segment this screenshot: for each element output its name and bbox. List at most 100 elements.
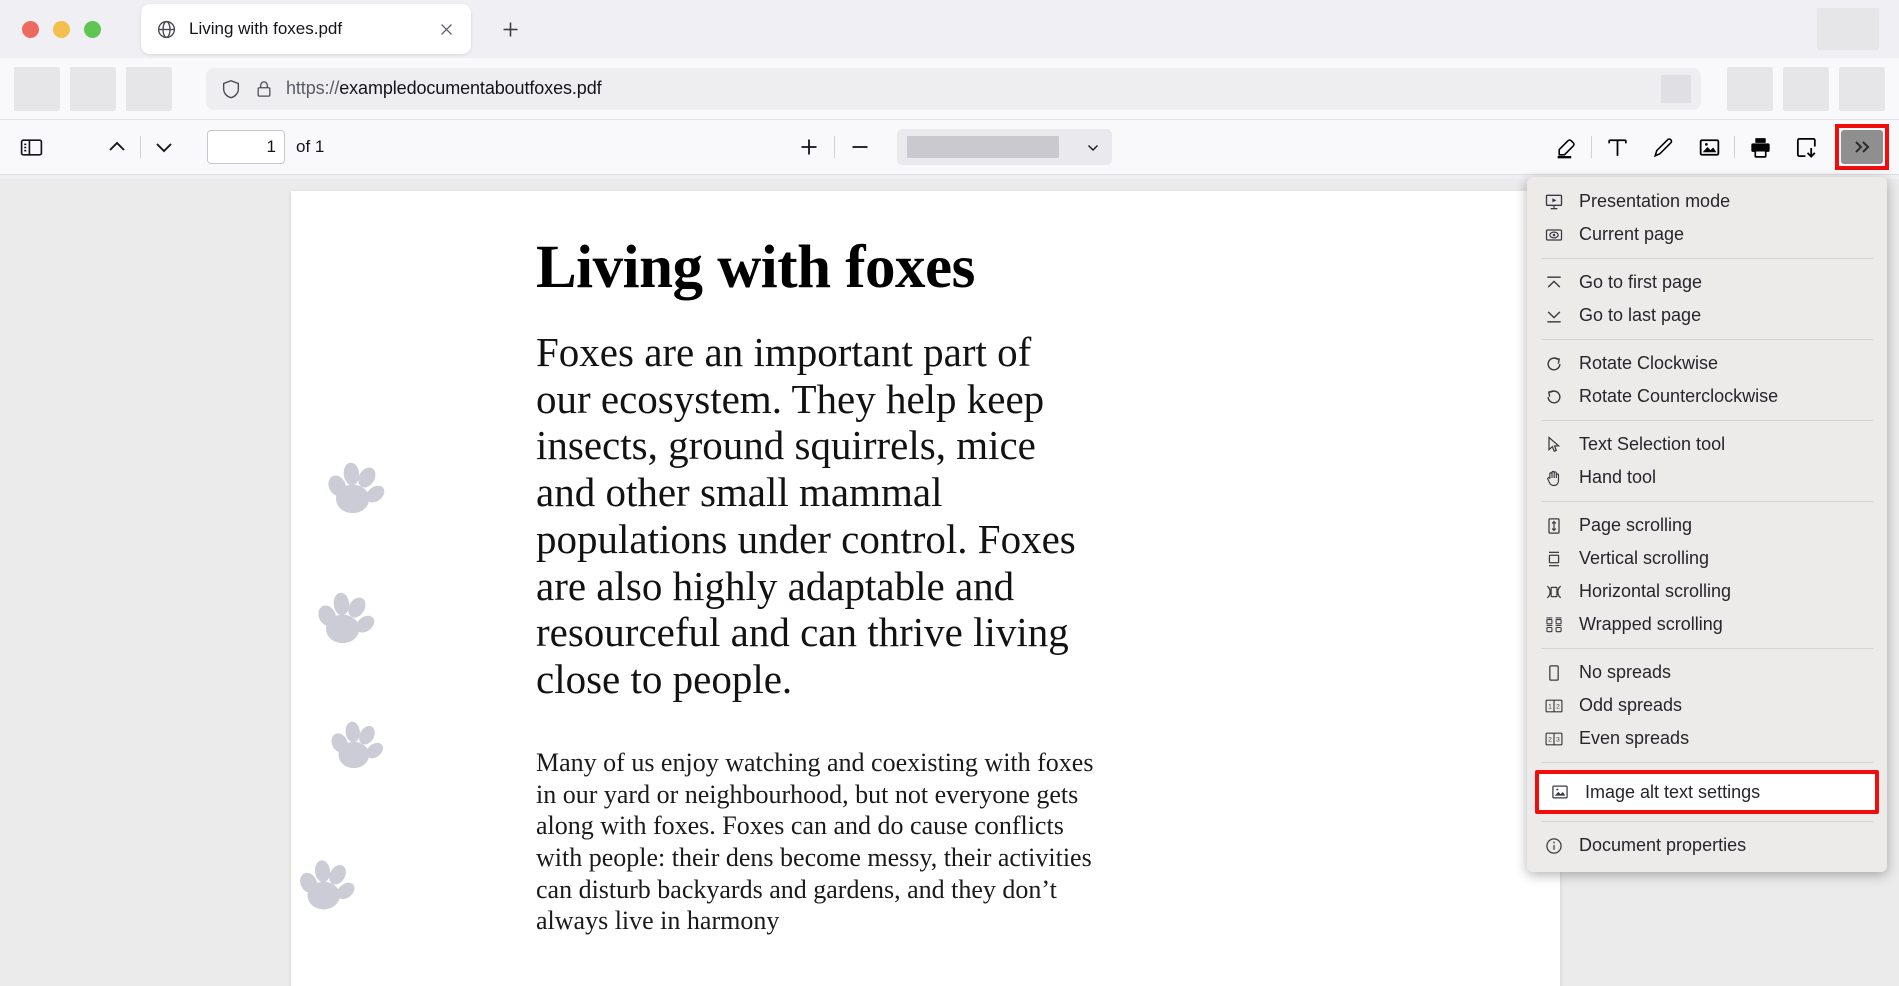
menu-item-go-to-last-page[interactable]: Go to last page — [1527, 299, 1887, 332]
menu-group: Document properties — [1527, 829, 1887, 862]
minimize-window-button[interactable] — [53, 20, 70, 38]
menu-item-image-alt-text-settings[interactable]: Image alt text settings — [1535, 770, 1879, 814]
go-first-icon — [1543, 272, 1565, 294]
menu-group: Image alt text settings — [1527, 770, 1887, 814]
go-last-icon — [1543, 305, 1565, 327]
menu-divider — [1541, 420, 1873, 421]
zoom-level-value — [906, 136, 1059, 158]
bookmark-button-placeholder[interactable] — [1661, 74, 1691, 103]
menu-item-even-spreads[interactable]: 2 3 Even spreads — [1527, 722, 1887, 755]
menu-item-label: Hand tool — [1579, 467, 1657, 487]
menu-item-current-page[interactable]: Current page — [1527, 218, 1887, 251]
document-lead-paragraph: Foxes are an important part of our ecosy… — [536, 329, 1076, 703]
account-button-placeholder[interactable] — [1783, 66, 1829, 111]
menu-item-vertical-scrolling[interactable]: Vertical scrolling — [1527, 542, 1887, 575]
menu-item-go-to-first-page[interactable]: Go to first page — [1527, 266, 1887, 299]
printer-icon[interactable] — [1737, 127, 1783, 167]
tab-strip: Living with foxes.pdf — [0, 0, 1899, 58]
pdf-toolbar: 1 of 1 — [0, 120, 1899, 175]
svg-text:3: 3 — [1556, 736, 1560, 743]
close-icon[interactable] — [435, 18, 457, 40]
next-page-button[interactable] — [143, 127, 185, 167]
url-text: https://exampledocumentaboutfoxes.pdf — [286, 78, 602, 99]
maximize-window-button[interactable] — [84, 20, 101, 38]
menu-item-wrapped-scrolling[interactable]: Wrapped scrolling — [1527, 608, 1887, 641]
previous-page-button[interactable] — [96, 127, 138, 167]
navbar-right-buttons — [1727, 66, 1885, 111]
menu-item-label: Wrapped scrolling — [1579, 614, 1723, 634]
more-tools-button[interactable] — [1841, 130, 1883, 164]
pdf-toolbar-left: 1 of 1 — [10, 127, 324, 167]
browser-tab[interactable]: Living with foxes.pdf — [141, 4, 471, 54]
menu-item-label: Go to last page — [1579, 305, 1702, 325]
sidebar-icon[interactable] — [10, 127, 52, 167]
new-tab-button[interactable] — [493, 12, 527, 46]
menu-item-odd-spreads[interactable]: 1 2 Odd spreads — [1527, 689, 1887, 722]
window-controls — [14, 20, 101, 38]
menu-group: Go to first page Go to last page — [1527, 266, 1887, 332]
forward-button-placeholder[interactable] — [70, 66, 116, 111]
hand-icon — [1543, 467, 1565, 489]
lock-icon[interactable] — [254, 79, 274, 99]
close-window-button[interactable] — [22, 20, 39, 38]
menu-item-page-scrolling[interactable]: Page scrolling — [1527, 509, 1887, 542]
menu-group: Text Selection tool Hand tool — [1527, 428, 1887, 494]
highlighter-icon[interactable] — [1543, 127, 1589, 167]
zoom-in-button[interactable] — [788, 127, 830, 167]
svg-text:2: 2 — [1548, 736, 1552, 743]
cursor-icon — [1543, 434, 1565, 456]
reload-button-placeholder[interactable] — [126, 66, 172, 111]
menu-item-label: Horizontal scrolling — [1579, 581, 1732, 601]
menu-item-label: Odd spreads — [1579, 695, 1683, 715]
info-icon — [1543, 835, 1565, 857]
menu-item-horizontal-scrolling[interactable]: Horizontal scrolling — [1527, 575, 1887, 608]
horizontal-scroll-icon — [1543, 581, 1565, 603]
rotate-cw-icon — [1543, 353, 1565, 375]
shield-icon[interactable] — [220, 78, 242, 100]
page-number-input[interactable]: 1 — [207, 130, 285, 164]
menu-item-label: Rotate Clockwise — [1579, 353, 1719, 373]
pencil-icon[interactable] — [1640, 127, 1686, 167]
back-button-placeholder[interactable] — [14, 66, 60, 111]
pdf-toolbar-right — [1543, 124, 1889, 170]
page-count-label: of 1 — [296, 137, 325, 156]
more-tools-menu: Presentation mode Current page Go to fir… — [1527, 177, 1887, 872]
menu-item-document-properties[interactable]: Document properties — [1527, 829, 1887, 862]
url-scheme: https:// — [286, 78, 340, 98]
menu-item-text-selection-tool[interactable]: Text Selection tool — [1527, 428, 1887, 461]
save-icon[interactable] — [1783, 127, 1829, 167]
extensions-button-placeholder[interactable] — [1727, 66, 1773, 111]
wrapped-scroll-icon — [1543, 614, 1565, 636]
menu-item-label: No spreads — [1579, 662, 1672, 682]
menu-item-no-spreads[interactable]: No spreads — [1527, 656, 1887, 689]
image-icon[interactable] — [1686, 127, 1732, 167]
menu-item-presentation-mode[interactable]: Presentation mode — [1527, 185, 1887, 218]
toolbar-divider — [833, 136, 835, 158]
menu-item-label: Image alt text settings — [1585, 781, 1761, 802]
menu-group: Presentation mode Current page — [1527, 185, 1887, 251]
zoom-level-select[interactable] — [896, 129, 1112, 165]
address-bar[interactable]: https://exampledocumentaboutfoxes.pdf — [206, 67, 1701, 110]
menu-item-rotate-counterclockwise[interactable]: Rotate Counterclockwise — [1527, 380, 1887, 413]
toolbar-placeholder — [1817, 8, 1879, 50]
menu-item-rotate-clockwise[interactable]: Rotate Clockwise — [1527, 347, 1887, 380]
zoom-out-button[interactable] — [839, 127, 881, 167]
menu-divider — [1541, 339, 1873, 340]
menu-divider — [1541, 501, 1873, 502]
globe-icon — [155, 18, 177, 40]
pdf-toolbar-center — [788, 127, 1112, 167]
paw-print-icon — [331, 721, 383, 769]
paw-print-icon — [300, 860, 355, 910]
menu-item-label: Rotate Counterclockwise — [1579, 386, 1779, 406]
document-title: Living with foxes — [536, 234, 975, 301]
no-spreads-icon — [1543, 662, 1565, 684]
menu-divider — [1541, 762, 1873, 763]
menu-item-label: Vertical scrolling — [1579, 548, 1710, 568]
menu-button-placeholder[interactable] — [1839, 66, 1885, 111]
menu-divider — [1541, 821, 1873, 822]
toolbar-divider — [1734, 136, 1735, 158]
text-icon[interactable] — [1594, 127, 1640, 167]
menu-item-hand-tool[interactable]: Hand tool — [1527, 461, 1887, 494]
menu-group: Page scrolling Vertical scrolling Horizo… — [1527, 509, 1887, 641]
vertical-scroll-icon — [1543, 548, 1565, 570]
